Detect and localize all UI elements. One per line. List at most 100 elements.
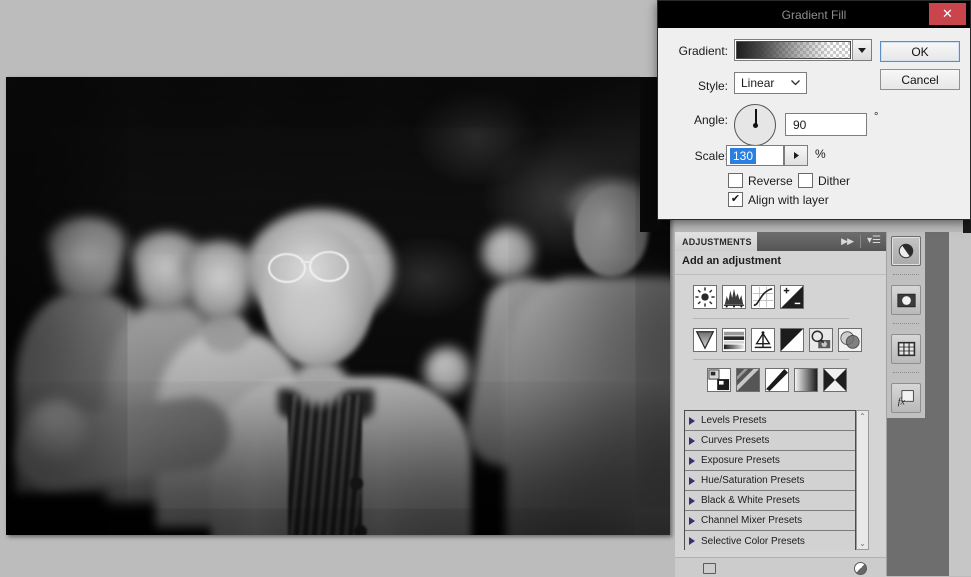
dock-gray-filler-2 xyxy=(949,232,971,576)
scale-input[interactable]: 130 xyxy=(726,145,784,166)
expand-triangle-icon[interactable] xyxy=(689,537,695,545)
dock-divider xyxy=(893,323,919,324)
list-item[interactable]: Black & White Presets xyxy=(685,491,855,511)
list-item[interactable]: Selective Color Presets xyxy=(685,531,855,551)
preset-label: Hue/Saturation Presets xyxy=(701,475,804,486)
photo-filter-icon[interactable] xyxy=(809,328,833,352)
gradient-preview-swatch[interactable] xyxy=(736,41,851,59)
list-item[interactable]: Exposure Presets xyxy=(685,451,855,471)
expand-triangle-icon[interactable] xyxy=(689,457,695,465)
preset-label: Curves Presets xyxy=(701,435,769,446)
angle-input[interactable]: 90 xyxy=(785,113,867,136)
dither-checkbox-row[interactable]: Dither xyxy=(798,173,850,188)
tab-adjustments[interactable]: ADJUSTMENTS xyxy=(675,232,757,251)
adjustment-icon-row-2 xyxy=(693,328,862,352)
curves-icon[interactable] xyxy=(751,285,775,309)
preset-label: Levels Presets xyxy=(701,415,767,426)
align-with-layer-label: Align with layer xyxy=(748,193,829,207)
style-label: Style: xyxy=(666,79,728,93)
selective-color-icon[interactable] xyxy=(823,368,847,392)
expand-triangle-icon[interactable] xyxy=(689,437,695,445)
scale-stepper-icon[interactable] xyxy=(784,145,808,166)
document-image[interactable] xyxy=(6,77,670,535)
cancel-button[interactable]: Cancel xyxy=(880,69,960,90)
expand-triangle-icon[interactable] xyxy=(689,497,695,505)
invert-icon[interactable] xyxy=(707,368,731,392)
vibrance-icon[interactable] xyxy=(693,328,717,352)
icon-group-divider-1 xyxy=(693,318,849,319)
gradient-map-icon[interactable] xyxy=(794,368,818,392)
swatches-dock-icon[interactable] xyxy=(891,334,921,364)
expand-triangle-icon[interactable] xyxy=(689,517,695,525)
scale-label: Scale: xyxy=(666,149,728,163)
gradient-label: Gradient: xyxy=(666,44,728,58)
panel-menu-icon[interactable]: ▾☰ xyxy=(867,235,881,247)
scroll-up-icon[interactable]: ⌃ xyxy=(858,412,867,421)
photo-vignette xyxy=(6,77,670,535)
panel-bottom-bar xyxy=(675,557,887,577)
clip-to-layer-icon[interactable] xyxy=(703,563,716,574)
preset-label: Selective Color Presets xyxy=(701,536,805,547)
ok-button[interactable]: OK xyxy=(880,41,960,62)
gradient-fill-dialog: Gradient Fill ✕ Gradient: Style: Linear … xyxy=(657,0,971,220)
channel-mixer-icon[interactable] xyxy=(838,328,862,352)
dialog-titlebar[interactable]: Gradient Fill ✕ xyxy=(658,1,970,28)
align-with-layer-checkbox[interactable]: ✔ xyxy=(728,192,743,207)
angle-dial[interactable] xyxy=(734,104,776,146)
preset-list-scrollbar[interactable]: ⌃ ⌄ xyxy=(856,410,869,550)
delete-adjustment-icon[interactable] xyxy=(854,562,867,575)
list-item[interactable]: Channel Mixer Presets xyxy=(685,511,855,531)
style-select[interactable]: Linear xyxy=(734,72,807,94)
scroll-down-icon[interactable]: ⌄ xyxy=(858,539,867,548)
document-window-top-edge xyxy=(640,0,657,77)
right-icon-dock: fx xyxy=(886,232,925,576)
posterize-icon[interactable] xyxy=(736,368,760,392)
styles-fx-dock-icon[interactable]: fx xyxy=(891,383,921,413)
list-item[interactable]: Hue/Saturation Presets xyxy=(685,471,855,491)
masks-dock-icon[interactable] xyxy=(891,285,921,315)
align-with-layer-checkbox-row[interactable]: ✔ Align with layer xyxy=(728,192,829,207)
brightness-contrast-icon[interactable] xyxy=(693,285,717,309)
levels-icon[interactable] xyxy=(722,285,746,309)
scale-input-value: 130 xyxy=(730,148,756,164)
threshold-icon[interactable] xyxy=(765,368,789,392)
preset-list[interactable]: Levels Presets Curves Presets Exposure P… xyxy=(684,410,856,550)
icon-group-divider-2 xyxy=(693,359,849,360)
dialog-title: Gradient Fill xyxy=(782,8,847,22)
adjustments-panel: ADJUSTMENTS ▶▶ ▾☰ Add an adjustment xyxy=(675,232,887,576)
reverse-checkbox[interactable] xyxy=(728,173,743,188)
check-icon: ✔ xyxy=(731,194,740,205)
chevron-down-icon[interactable] xyxy=(791,78,800,89)
dither-checkbox-label: Dither xyxy=(818,174,850,188)
dock-filler xyxy=(887,418,925,576)
dock-divider xyxy=(893,274,919,275)
list-item[interactable]: Levels Presets xyxy=(685,411,855,431)
expand-triangle-icon[interactable] xyxy=(689,477,695,485)
preset-label: Black & White Presets xyxy=(701,495,800,506)
close-icon[interactable]: ✕ xyxy=(929,3,966,25)
chevron-down-icon[interactable] xyxy=(852,40,871,60)
dither-checkbox[interactable] xyxy=(798,173,813,188)
dialog-body: Gradient: Style: Linear Angle: 90 ° Scal… xyxy=(658,28,970,219)
expand-triangle-icon[interactable] xyxy=(689,417,695,425)
panel-divider xyxy=(675,274,887,275)
angle-input-value: 90 xyxy=(793,118,806,132)
exposure-icon[interactable] xyxy=(780,285,804,309)
hue-saturation-icon[interactable] xyxy=(722,328,746,352)
color-balance-icon[interactable] xyxy=(751,328,775,352)
adjustments-dock-icon[interactable] xyxy=(891,236,921,266)
tabbar-divider xyxy=(860,235,861,248)
scale-percent-unit: % xyxy=(815,147,826,161)
angle-degree-unit: ° xyxy=(874,111,878,123)
reverse-checkbox-row[interactable]: Reverse xyxy=(728,173,793,188)
list-item[interactable]: Curves Presets xyxy=(685,431,855,451)
panel-tabbar: ADJUSTMENTS ▶▶ ▾☰ xyxy=(675,232,887,251)
preset-label: Channel Mixer Presets xyxy=(701,515,802,526)
preset-label: Exposure Presets xyxy=(701,455,780,466)
adjustment-icon-row-1 xyxy=(693,285,804,309)
panel-dock: ADJUSTMENTS ▶▶ ▾☰ Add an adjustment xyxy=(675,232,971,576)
black-white-icon[interactable] xyxy=(780,328,804,352)
reverse-checkbox-label: Reverse xyxy=(748,174,793,188)
gradient-picker[interactable] xyxy=(734,39,872,61)
collapse-panel-icon[interactable]: ▶▶ xyxy=(841,236,853,247)
